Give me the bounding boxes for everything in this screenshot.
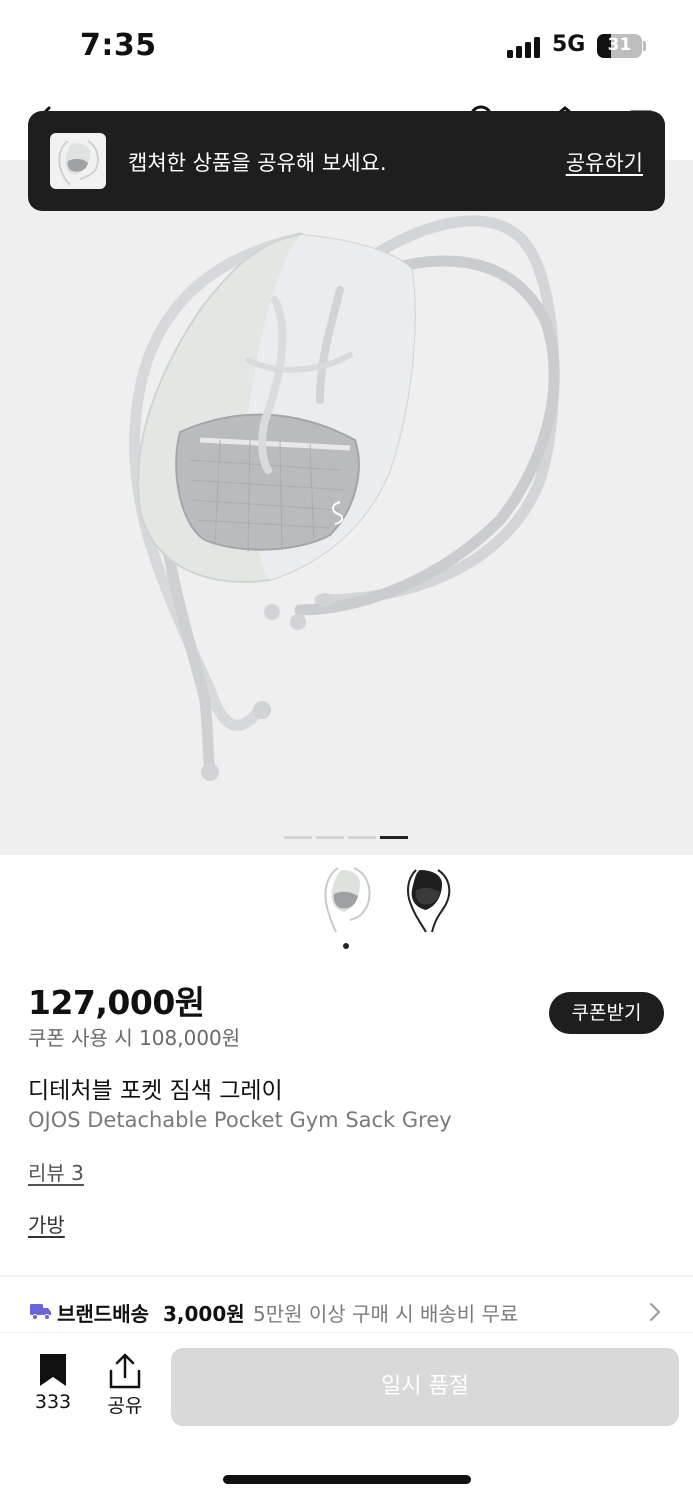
home-indicator <box>223 1475 471 1484</box>
selected-variant-indicator <box>343 943 349 949</box>
grey-sack-thumbnail-image <box>324 867 371 933</box>
get-coupon-button[interactable]: 쿠폰받기 <box>549 992 664 1034</box>
gym-sack-illustration <box>129 215 560 781</box>
shipping-info-row[interactable]: 브랜드배송 3,000원 5만원 이상 구매 시 배송비 무료 <box>0 1290 693 1334</box>
toast-share-link[interactable]: 공유하기 <box>566 147 643 177</box>
coupon-price: 쿠폰 사용 시 108,000원 <box>28 1026 241 1050</box>
review-link[interactable]: 리뷰 3 <box>28 1157 84 1186</box>
pager-dot <box>316 836 344 839</box>
shipping-type: 브랜드배송 <box>57 1302 149 1326</box>
truck-icon <box>30 1304 51 1320</box>
status-time: 7:35 <box>80 28 157 63</box>
variant-thumbnail-black[interactable] <box>398 862 456 936</box>
variant-thumbnail-grey[interactable] <box>318 862 376 936</box>
shipping-fee: 3,000원 <box>163 1302 245 1326</box>
toast-product-thumbnail <box>50 133 106 189</box>
bookmark-count: 333 <box>34 1391 72 1413</box>
cellular-signal-icon <box>507 36 543 58</box>
network-type: 5G <box>552 32 586 57</box>
toast-message: 캡쳐한 상품을 공유해 보세요. <box>128 151 387 175</box>
battery-icon: 31 <box>597 34 642 58</box>
product-name: 디테처블 포켓 짐색 그레이 <box>28 1078 283 1104</box>
image-pager <box>284 836 409 840</box>
section-divider <box>0 1275 693 1277</box>
product-hero-image[interactable] <box>0 160 693 855</box>
black-sack-thumbnail-image <box>407 869 451 933</box>
sold-out-button[interactable]: 일시 품절 <box>171 1348 679 1426</box>
pager-dot <box>348 836 376 839</box>
share-capture-toast: 캡쳐한 상품을 공유해 보세요. 공유하기 <box>28 111 665 211</box>
free-shipping-condition: 5만원 이상 구매 시 배송비 무료 <box>253 1302 519 1326</box>
pager-dot-active <box>380 836 408 839</box>
product-name-english: OJOS Detachable Pocket Gym Sack Grey <box>28 1108 452 1132</box>
product-price: 127,000원 <box>28 983 205 1022</box>
battery-tip <box>643 41 646 51</box>
pager-dot <box>284 836 312 839</box>
bookmark-icon[interactable] <box>38 1353 68 1387</box>
chevron-right-icon <box>650 1303 661 1321</box>
share-label: 공유 <box>107 1395 143 1417</box>
status-bar: 7:35 5G 31 <box>0 0 693 92</box>
battery-level: 31 <box>607 35 632 55</box>
share-icon[interactable] <box>108 1353 142 1389</box>
category-link[interactable]: 가방 <box>28 1209 65 1238</box>
